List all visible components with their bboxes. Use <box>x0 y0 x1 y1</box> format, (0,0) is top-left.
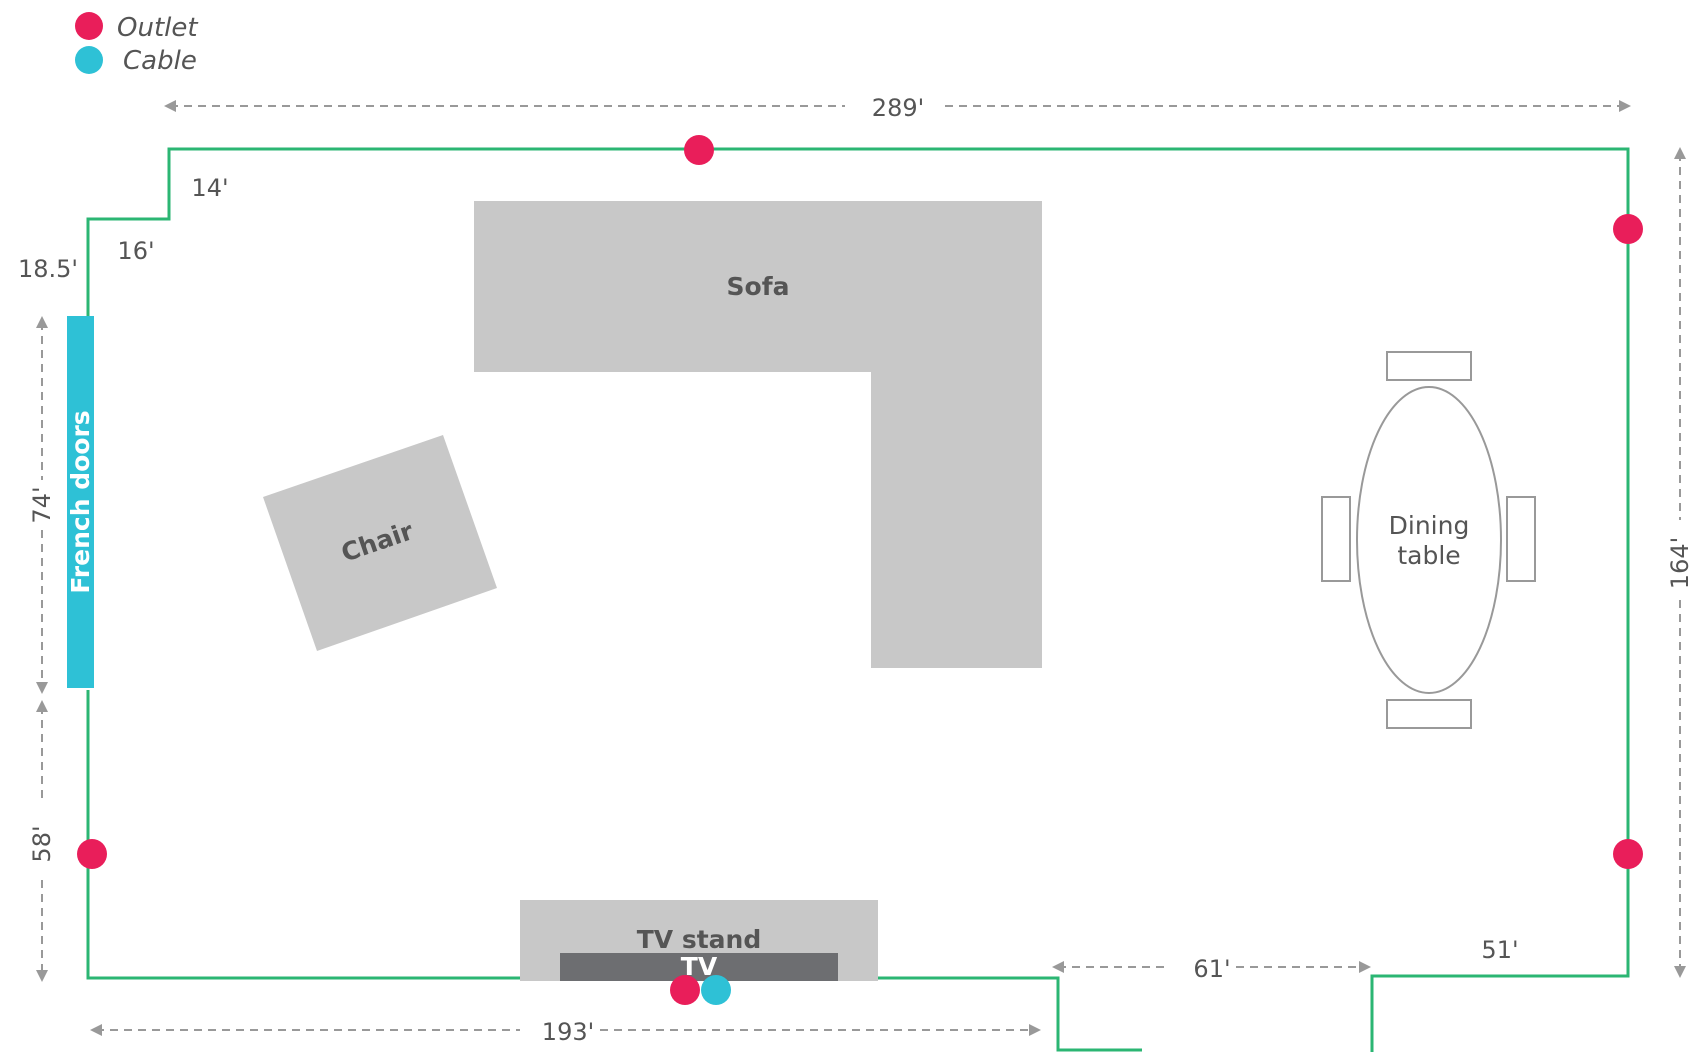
dining-table-label-line1: Dining <box>1389 511 1470 540</box>
dim-bottom-right: 51' <box>1481 936 1518 964</box>
dim-step-lower: 16' <box>117 237 154 265</box>
sofa-label: Sofa <box>727 272 790 301</box>
dining-chair-bottom[interactable] <box>1386 699 1472 729</box>
legend-outlet-label: Outlet <box>117 13 198 43</box>
dim-left-lower: 58' <box>28 825 56 862</box>
outlet-right-lower[interactable] <box>1613 839 1643 869</box>
legend-cable-swatch <box>75 46 103 74</box>
legend: Outlet Cable <box>75 12 198 76</box>
dining-table-label-line2: table <box>1397 541 1460 570</box>
wall-lower-left <box>86 690 520 980</box>
dining-set[interactable]: Dining table <box>1321 351 1536 729</box>
chair[interactable]: Chair <box>263 435 497 651</box>
tv-stand-label: TV stand <box>637 925 762 954</box>
dim-french-doors: 74' <box>28 486 56 523</box>
dining-table[interactable] <box>1356 386 1502 694</box>
sofa[interactable]: Sofa <box>474 201 1042 668</box>
dining-chair-left[interactable] <box>1321 496 1351 582</box>
dim-doorway: 61' <box>1193 955 1230 983</box>
dim-step-left: 18.5' <box>18 255 78 283</box>
legend-outlet-swatch <box>75 12 103 40</box>
french-doors-label: French doors <box>66 410 95 593</box>
outlet-right-upper[interactable] <box>1613 214 1643 244</box>
legend-cable-label: Cable <box>123 46 197 76</box>
dim-right-height: 164' <box>1666 537 1694 589</box>
dim-top-width: 289' <box>872 94 924 122</box>
dim-bottom-left: 193' <box>542 1018 594 1046</box>
tv-stand[interactable]: TV stand TV <box>520 900 878 981</box>
cable-tv[interactable] <box>701 975 731 1005</box>
dining-chair-right[interactable] <box>1506 496 1536 582</box>
wall-bottom-middle <box>878 976 1142 1052</box>
floor-plan: Outlet Cable French doors Sofa Chair Din… <box>18 12 1694 1052</box>
outlet-left-lower[interactable] <box>77 839 107 869</box>
outlet-top[interactable] <box>684 135 714 165</box>
dining-chair-top[interactable] <box>1386 351 1472 381</box>
outlet-tv[interactable] <box>670 975 700 1005</box>
french-doors[interactable]: French doors <box>66 316 95 688</box>
dim-step-upper: 14' <box>191 174 228 202</box>
